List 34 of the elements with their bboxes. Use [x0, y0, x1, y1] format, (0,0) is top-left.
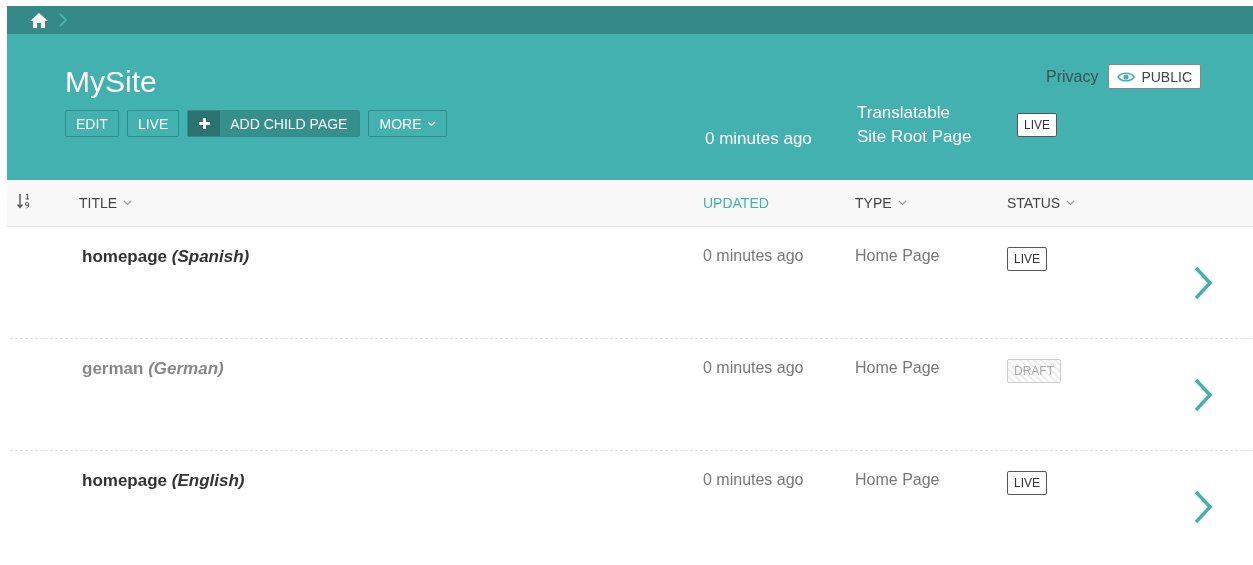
type-cell: Home Page: [855, 247, 940, 264]
privacy-label: Privacy: [1045, 67, 1099, 86]
caret-icon: [123, 200, 133, 206]
add-child-page-button[interactable]: ADD CHILD PAGE: [187, 110, 361, 137]
eye-icon: [1117, 70, 1136, 83]
updated-cell: 0 minutes ago: [703, 471, 804, 488]
status-badge: LIVE: [1017, 113, 1057, 137]
chevron-right-icon[interactable]: [1193, 489, 1213, 524]
page-title-link[interactable]: german (German): [82, 359, 224, 378]
type-cell: Home Page: [855, 471, 940, 488]
updated-cell: 0 minutes ago: [703, 247, 804, 264]
updated-time: 0 minutes ago: [705, 129, 813, 149]
page-type: Translatable Site Root Page: [857, 102, 973, 148]
page-title: MySite: [65, 64, 158, 100]
caret-icon: [1066, 200, 1076, 206]
status-badge: DRAFT: [1007, 359, 1061, 383]
chevron-right-icon[interactable]: [1193, 377, 1213, 412]
updated-cell: 0 minutes ago: [703, 359, 804, 376]
page-title-link[interactable]: homepage (Spanish): [82, 247, 250, 266]
column-header[interactable]: STATUS: [1007, 195, 1253, 211]
type-cell: Home Page: [855, 359, 940, 376]
column-header[interactable]: TYPE: [855, 195, 1007, 211]
sort-icon[interactable]: [17, 193, 31, 209]
column-header[interactable]: TITLE: [79, 195, 703, 211]
privacy-button[interactable]: PUBLIC: [1108, 64, 1201, 89]
caret-icon: [427, 120, 437, 127]
page-title-link[interactable]: homepage (English): [82, 471, 245, 490]
home-icon[interactable]: [29, 11, 49, 29]
chevron-icon: [59, 13, 67, 27]
caret-icon: [897, 200, 907, 206]
plus-icon: [197, 117, 211, 130]
status-badge: LIVE: [1007, 247, 1047, 271]
status-badge: LIVE: [1007, 471, 1047, 495]
chevron-right-icon[interactable]: [1193, 265, 1213, 300]
